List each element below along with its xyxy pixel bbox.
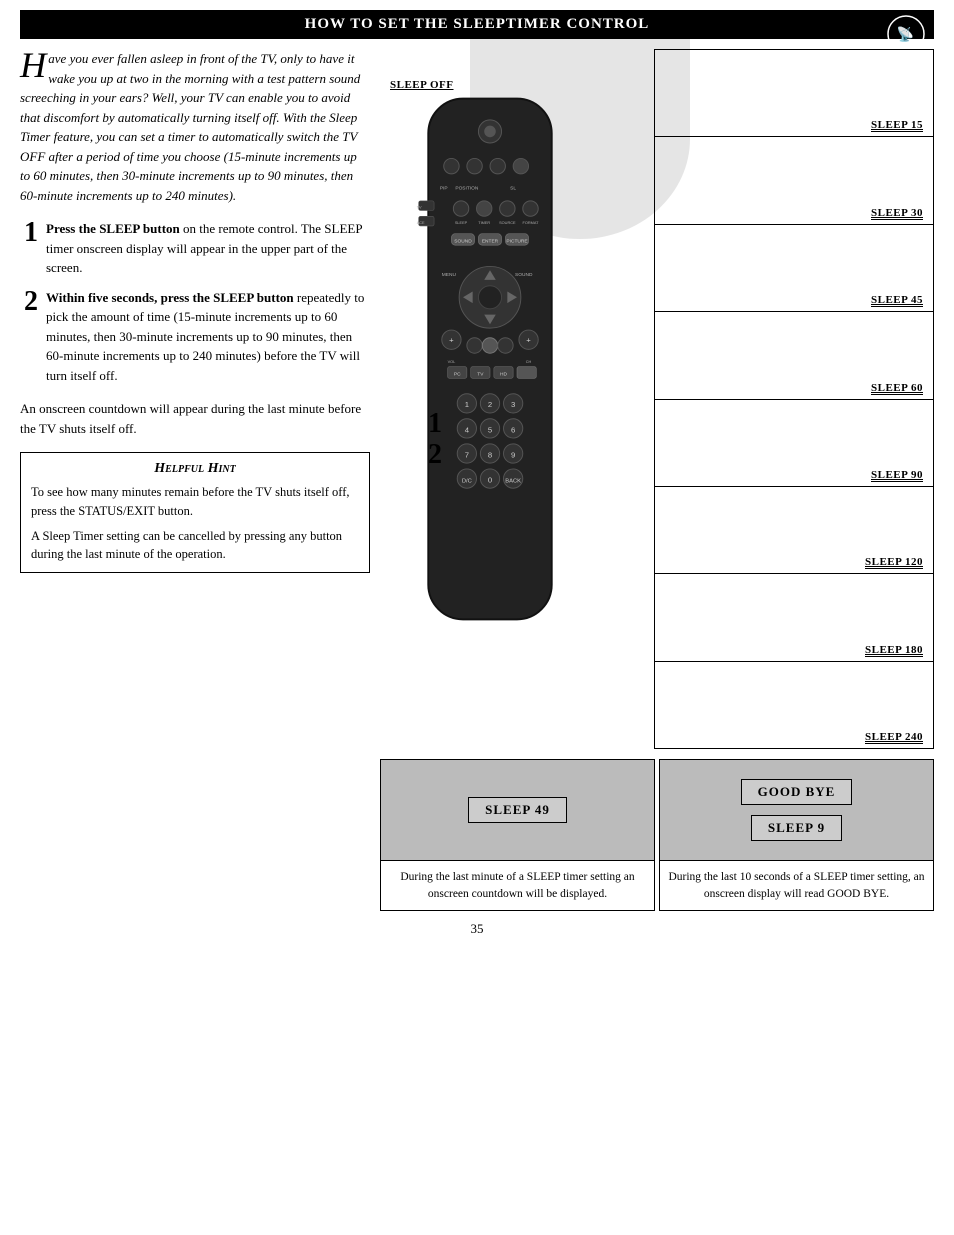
sleep-45-label: SLEEP 45 <box>871 294 923 307</box>
svg-text:PC: PC <box>454 371 461 377</box>
svg-text:FORMAT: FORMAT <box>523 221 540 225</box>
step-1: 1 Press the SLEEP button on the remote c… <box>20 219 370 278</box>
step-overlay: 1 2 <box>428 409 442 471</box>
svg-text:TV: TV <box>477 371 484 377</box>
sleep-180-label: SLEEP 180 <box>865 644 923 657</box>
drop-cap: H <box>20 51 46 80</box>
svg-text:1: 1 <box>465 400 469 409</box>
svg-text:5: 5 <box>488 425 492 434</box>
svg-text:TV: TV <box>417 206 422 210</box>
helpful-hint-p2: A Sleep Timer setting can be cancelled b… <box>31 527 359 565</box>
sleep-15-item: SLEEP 15 <box>655 50 933 137</box>
right-area: SLEEP OFF PIP POS <box>380 49 934 911</box>
sleep-60-item: SLEEP 60 <box>655 312 933 399</box>
step-2: 2 Within five seconds, press the SLEEP b… <box>20 288 370 386</box>
screen-caption-sleep49: During the last minute of a SLEEP timer … <box>381 860 654 910</box>
helpful-hint-box: Helpful Hint To see how many minutes rem… <box>20 452 370 573</box>
step-1-text: Press the SLEEP button on the remote con… <box>46 219 370 278</box>
screen-caption-goodbye: During the last 10 seconds of a SLEEP ti… <box>660 860 933 910</box>
svg-text:3: 3 <box>511 400 515 409</box>
steps-section: 1 Press the SLEEP button on the remote c… <box>20 219 370 385</box>
step-2-number: 2 <box>20 288 38 316</box>
svg-text:POSITION: POSITION <box>455 185 479 191</box>
screen-display-sleep49: SLEEP 49 <box>381 760 654 860</box>
svg-text:SLEEP: SLEEP <box>455 221 468 225</box>
bottom-screens: SLEEP 49 During the last minute of a SLE… <box>380 759 934 911</box>
sleep-180-item: SLEEP 180 <box>655 574 933 661</box>
sleep-labels-column: SLEEP 15 SLEEP 30 SLEEP 45 SLEEP 60 SLEE… <box>654 49 934 749</box>
countdown-note: An onscreen countdown will appear during… <box>20 399 370 438</box>
svg-text:0: 0 <box>488 475 492 484</box>
sleep-90-item: SLEEP 90 <box>655 400 933 487</box>
overlay-1: 1 <box>428 409 442 440</box>
left-column: H ave you ever fallen asleep in front of… <box>20 49 380 911</box>
sleep-45-item: SLEEP 45 <box>655 225 933 312</box>
svg-text:SOUND: SOUND <box>454 238 472 244</box>
svg-text:PIP: PIP <box>440 185 448 191</box>
step-2-text: Within five seconds, press the SLEEP but… <box>46 288 370 386</box>
svg-text:9: 9 <box>511 450 515 459</box>
tv-icon: 📡 <box>886 14 926 54</box>
svg-text:ACE: ACE <box>417 221 425 225</box>
goodbye-text: GOOD BYE <box>741 779 853 805</box>
screen-box-sleep49: SLEEP 49 During the last minute of a SLE… <box>380 759 655 911</box>
svg-text:HD: HD <box>500 371 507 377</box>
sleep-120-item: SLEEP 120 <box>655 487 933 574</box>
svg-text:SOUND: SOUND <box>515 272 533 278</box>
sleep-15-label: SLEEP 15 <box>871 119 923 132</box>
svg-text:2: 2 <box>488 400 492 409</box>
svg-text:+: + <box>526 336 531 345</box>
svg-text:SOURCE: SOURCE <box>499 221 516 225</box>
intro-body: ave you ever fallen asleep in front of t… <box>20 51 360 203</box>
helpful-hint-p1: To see how many minutes remain before th… <box>31 483 359 521</box>
svg-text:4: 4 <box>465 425 470 434</box>
page-header: How to Set the Sleeptimer Control 📡 <box>20 10 934 39</box>
header-title: How to Set the Sleeptimer Control <box>305 16 650 32</box>
svg-text:7: 7 <box>465 450 469 459</box>
svg-text:VOL: VOL <box>448 360 457 364</box>
svg-text:8: 8 <box>488 450 492 459</box>
svg-text:TIMER: TIMER <box>478 221 490 225</box>
svg-text:📡: 📡 <box>897 25 915 43</box>
sleep-30-item: SLEEP 30 <box>655 137 933 224</box>
svg-text:+: + <box>449 336 454 345</box>
overlay-2: 2 <box>428 440 442 471</box>
screen-display-goodbye: GOOD BYE SLEEP 9 <box>660 760 933 860</box>
svg-text:D/C: D/C <box>462 478 472 484</box>
svg-text:BACK: BACK <box>505 478 521 484</box>
sleep-240-label: SLEEP 240 <box>865 731 923 744</box>
remote-control: PIP POSITION SL TV ACE SLEEP TIMER <box>410 89 570 633</box>
step-1-number: 1 <box>20 219 38 247</box>
intro-text: H ave you ever fallen asleep in front of… <box>20 49 370 205</box>
sleep-60-label: SLEEP 60 <box>871 382 923 395</box>
svg-text:ENTER: ENTER <box>482 238 499 244</box>
page-number: 35 <box>20 921 934 937</box>
sleep9-text: SLEEP 9 <box>751 815 842 841</box>
sleep49-text: SLEEP 49 <box>468 797 567 823</box>
step-1-bold: Press the SLEEP button <box>46 221 180 236</box>
svg-text:MENU: MENU <box>442 272 457 278</box>
sleep-30-label: SLEEP 30 <box>871 207 923 220</box>
top-right: SLEEP OFF PIP POS <box>380 49 934 749</box>
helpful-hint-title: Helpful Hint <box>31 461 359 477</box>
svg-text:PICTURE: PICTURE <box>506 238 527 244</box>
sleep-240-item: SLEEP 240 <box>655 662 933 748</box>
screen-box-goodbye: GOOD BYE SLEEP 9 During the last 10 seco… <box>659 759 934 911</box>
svg-text:6: 6 <box>511 425 515 434</box>
svg-text:SL: SL <box>510 185 516 191</box>
main-content: H ave you ever fallen asleep in front of… <box>20 49 934 911</box>
sleep-120-label: SLEEP 120 <box>865 556 923 569</box>
step-2-bold: Within five seconds, press the SLEEP but… <box>46 290 294 305</box>
svg-text:CH: CH <box>526 360 532 364</box>
sleep-90-label: SLEEP 90 <box>871 469 923 482</box>
